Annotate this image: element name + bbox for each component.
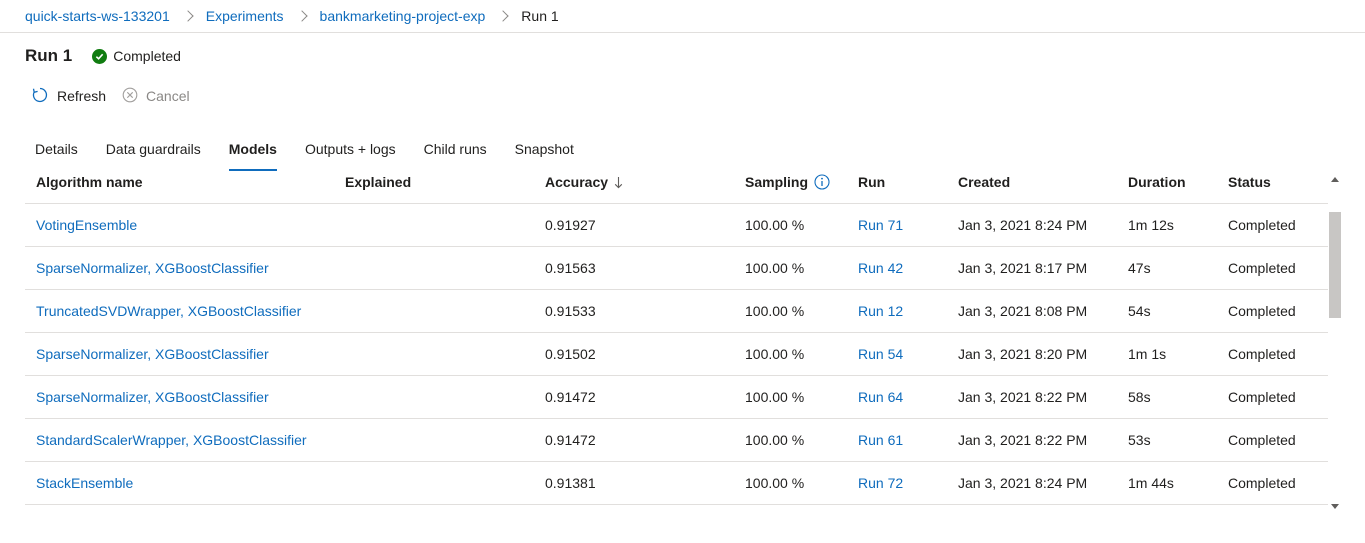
sampling-cell: 100.00 % (745, 303, 805, 319)
refresh-icon (31, 86, 49, 107)
header-sampling[interactable]: Sampling (745, 174, 858, 190)
header-sampling-label: Sampling (745, 174, 809, 190)
created-cell: Jan 3, 2021 8:24 PM (958, 217, 1088, 233)
check-circle-icon (92, 48, 108, 64)
accuracy-cell: 0.91563 (545, 260, 596, 276)
table-row: SparseNormalizer, XGBoostClassifier 0.91… (25, 376, 1328, 419)
run-link[interactable]: Run 71 (858, 217, 958, 233)
header-accuracy[interactable]: Accuracy (545, 174, 745, 190)
status-text: Completed (113, 48, 181, 64)
page-title: Run 1 (25, 46, 73, 65)
breadcrumb-experiments[interactable]: Experiments (206, 8, 284, 24)
run-link[interactable]: Run 64 (858, 389, 958, 405)
refresh-label: Refresh (57, 88, 107, 104)
algorithm-link[interactable]: VotingEnsemble (25, 217, 345, 233)
accuracy-cell: 0.91472 (545, 389, 596, 405)
duration-cell: 1m 44s (1128, 475, 1174, 491)
table-row: VotingEnsemble 0.91927 100.00 % Run 71 J… (25, 204, 1328, 247)
run-link[interactable]: Run 54 (858, 346, 958, 362)
scroll-down-arrow-icon[interactable] (1331, 504, 1339, 509)
table-row: StackEnsemble 0.91381 100.00 % Run 72 Ja… (25, 462, 1328, 505)
table-row: TruncatedSVDWrapper, XGBoostClassifier 0… (25, 290, 1328, 333)
accuracy-cell: 0.91472 (545, 432, 596, 448)
algorithm-link[interactable]: StackEnsemble (25, 475, 345, 491)
sampling-cell: 100.00 % (745, 432, 805, 448)
sort-down-arrow-icon (614, 176, 623, 189)
header-run[interactable]: Run (858, 174, 958, 190)
run-link[interactable]: Run 72 (858, 475, 958, 491)
table-row: SparseNormalizer, XGBoostClassifier 0.91… (25, 247, 1328, 290)
algorithm-link[interactable]: SparseNormalizer, XGBoostClassifier (25, 389, 345, 405)
accuracy-cell: 0.91927 (545, 217, 596, 233)
info-icon[interactable] (814, 174, 830, 190)
created-cell: Jan 3, 2021 8:20 PM (958, 346, 1088, 362)
algorithm-link[interactable]: TruncatedSVDWrapper, XGBoostClassifier (25, 303, 345, 319)
cancel-label: Cancel (146, 88, 190, 104)
sampling-cell: 100.00 % (745, 389, 805, 405)
algorithm-link[interactable]: SparseNormalizer, XGBoostClassifier (25, 346, 345, 362)
scrollbar-thumb[interactable] (1329, 212, 1341, 318)
breadcrumb-experiment[interactable]: bankmarketing-project-exp (320, 8, 486, 24)
header-algorithm-name[interactable]: Algorithm name (25, 174, 345, 190)
created-cell: Jan 3, 2021 8:08 PM (958, 303, 1088, 319)
duration-cell: 53s (1128, 432, 1151, 448)
status-cell: Completed (1228, 260, 1296, 276)
duration-cell: 58s (1128, 389, 1151, 405)
status-cell: Completed (1228, 432, 1296, 448)
created-cell: Jan 3, 2021 8:24 PM (958, 475, 1088, 491)
duration-cell: 1m 1s (1128, 346, 1167, 362)
created-cell: Jan 3, 2021 8:22 PM (958, 389, 1088, 405)
status-cell: Completed (1228, 303, 1296, 319)
sampling-cell: 100.00 % (745, 346, 805, 362)
accuracy-cell: 0.91381 (545, 475, 596, 491)
sampling-cell: 100.00 % (745, 217, 805, 233)
chevron-right-icon (182, 10, 194, 22)
algorithm-link[interactable]: StandardScalerWrapper, XGBoostClassifier (25, 432, 345, 448)
run-link[interactable]: Run 61 (858, 432, 958, 448)
breadcrumb-current-run: Run 1 (521, 8, 559, 24)
accuracy-cell: 0.91533 (545, 303, 596, 319)
cancel-icon (122, 87, 138, 106)
breadcrumb-workspace[interactable]: quick-starts-ws-133201 (25, 8, 170, 24)
status-cell: Completed (1228, 389, 1296, 405)
duration-cell: 54s (1128, 303, 1151, 319)
chevron-right-icon (295, 10, 308, 22)
status-cell: Completed (1228, 475, 1296, 491)
table-scrollbar[interactable] (1328, 172, 1342, 514)
created-cell: Jan 3, 2021 8:22 PM (958, 432, 1088, 448)
sampling-cell: 100.00 % (745, 475, 805, 491)
sampling-cell: 100.00 % (745, 260, 805, 276)
header-explained[interactable]: Explained (345, 174, 545, 190)
duration-cell: 47s (1128, 260, 1151, 276)
algorithm-link[interactable]: SparseNormalizer, XGBoostClassifier (25, 260, 345, 276)
run-link[interactable]: Run 42 (858, 260, 958, 276)
chevron-right-icon (497, 10, 509, 22)
duration-cell: 1m 12s (1128, 217, 1174, 233)
models-table: Algorithm name Explained Accuracy Sampli… (25, 161, 1328, 505)
table-header: Algorithm name Explained Accuracy Sampli… (25, 161, 1328, 204)
accuracy-cell: 0.91502 (545, 346, 596, 362)
scroll-up-arrow-icon[interactable] (1331, 177, 1339, 182)
status-badge: Completed (92, 48, 181, 64)
breadcrumb: quick-starts-ws-133201 Experiments bankm… (0, 0, 1365, 33)
header-duration[interactable]: Duration (1128, 174, 1228, 190)
header-created[interactable]: Created (958, 174, 1128, 190)
header-accuracy-label: Accuracy (545, 174, 609, 190)
created-cell: Jan 3, 2021 8:17 PM (958, 260, 1088, 276)
status-cell: Completed (1228, 217, 1296, 233)
run-link[interactable]: Run 12 (858, 303, 958, 319)
refresh-button[interactable]: Refresh (31, 86, 106, 107)
table-row: StandardScalerWrapper, XGBoostClassifier… (25, 419, 1328, 462)
cancel-button[interactable]: Cancel (122, 87, 190, 106)
status-cell: Completed (1228, 346, 1296, 362)
toolbar: Refresh Cancel (31, 86, 190, 106)
table-row: SparseNormalizer, XGBoostClassifier 0.91… (25, 333, 1328, 376)
header-status[interactable]: Status (1228, 174, 1328, 190)
title-row: Run 1 Completed (25, 44, 181, 68)
